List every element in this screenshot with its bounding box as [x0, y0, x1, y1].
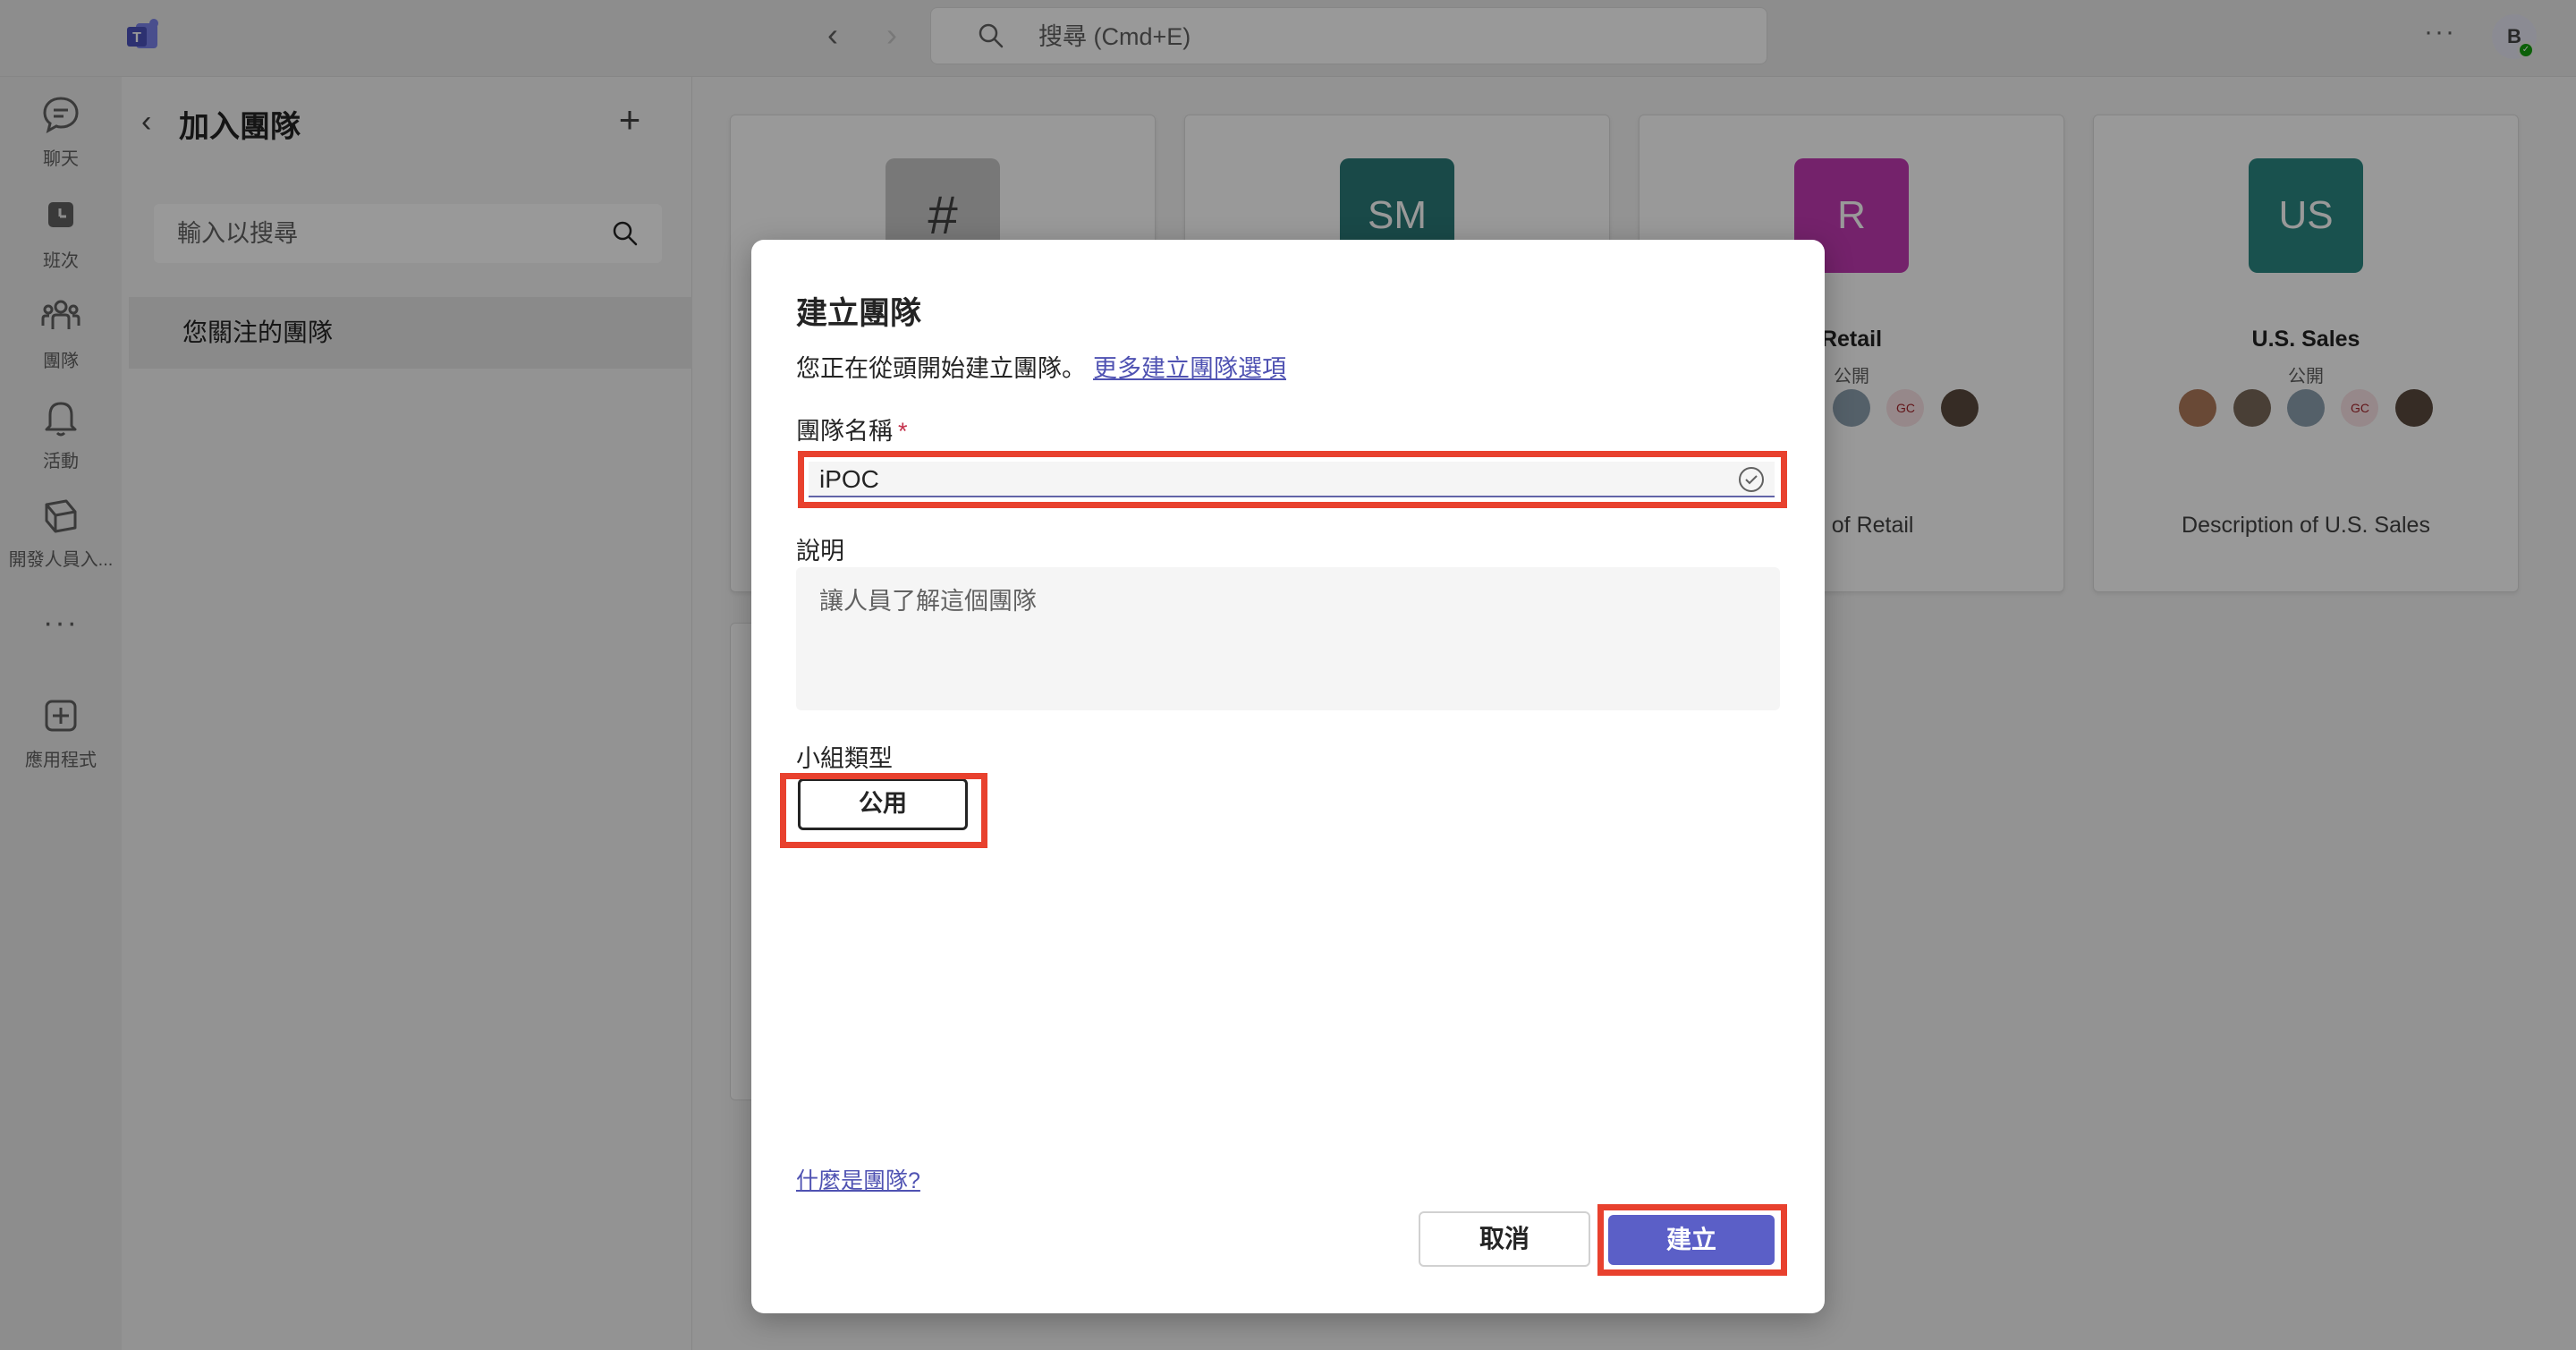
team-name-value: iPOC: [819, 465, 879, 493]
dialog-subtitle-text: 您正在從頭開始建立團隊。: [796, 355, 1086, 382]
required-mark: *: [898, 418, 908, 445]
valid-check-icon: [1739, 467, 1764, 492]
more-options-link[interactable]: 更多建立團隊選項: [1093, 355, 1286, 382]
team-type-label: 小組類型: [796, 745, 893, 772]
description-placeholder: 讓人員了解這個團隊: [819, 588, 1037, 615]
team-name-label: 團隊名稱 *: [796, 412, 908, 446]
dialog-subtitle: 您正在從頭開始建立團隊。 更多建立團隊選項: [796, 349, 1286, 384]
dialog-title: 建立團隊: [796, 296, 922, 331]
create-button[interactable]: 建立: [1608, 1215, 1775, 1265]
team-name-input[interactable]: iPOC: [809, 462, 1775, 497]
description-label: 說明: [796, 538, 844, 565]
what-is-team-link[interactable]: 什麼是團隊?: [796, 1163, 920, 1195]
create-team-dialog: 建立團隊 您正在從頭開始建立團隊。 更多建立團隊選項 團隊名稱 * iPOC 說明 …: [751, 240, 1825, 1313]
description-textarea[interactable]: 讓人員了解這個團隊: [796, 567, 1780, 710]
cancel-button[interactable]: 取消: [1419, 1211, 1590, 1267]
team-type-dropdown[interactable]: 公用: [798, 778, 968, 830]
team-name-label-text: 團隊名稱: [796, 418, 893, 445]
